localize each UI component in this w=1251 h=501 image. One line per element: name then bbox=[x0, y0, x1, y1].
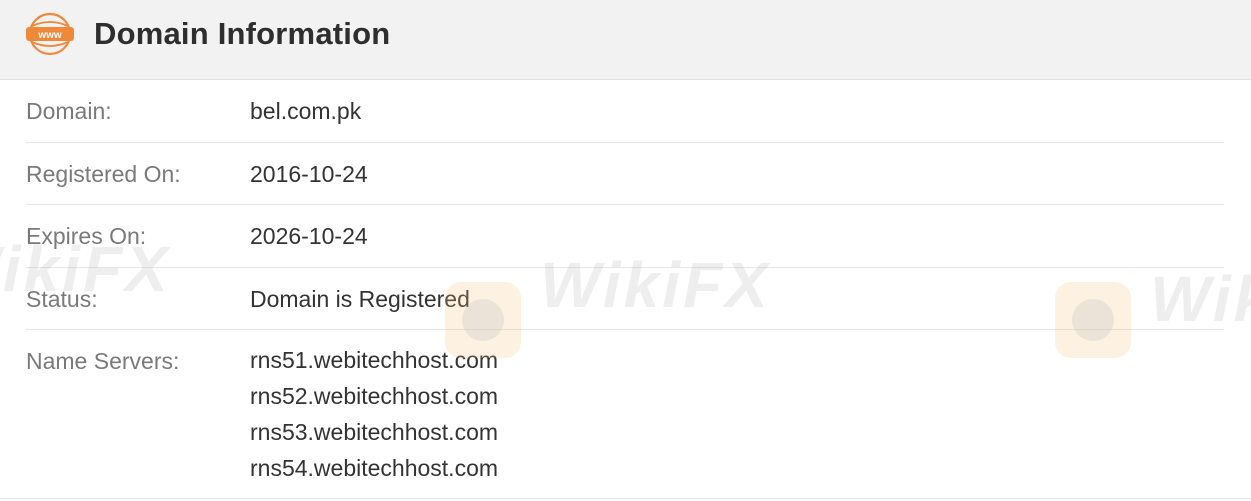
domain-info-card: Domain: bel.com.pk Registered On: 2016-1… bbox=[0, 80, 1251, 501]
name-server-item: rns51.webitechhost.com bbox=[250, 347, 499, 373]
card-bottom-border bbox=[0, 498, 1251, 499]
row-status: Status: Domain is Registered bbox=[26, 268, 1224, 330]
row-name-servers: Name Servers: rns51.webitechhost.com rns… bbox=[26, 330, 1224, 498]
row-registered-on: Registered On: 2016-10-24 bbox=[26, 143, 1224, 205]
name-server-item: rns54.webitechhost.com bbox=[250, 455, 499, 481]
label-expires-on: Expires On: bbox=[26, 223, 147, 249]
name-servers-list: rns51.webitechhost.com rns52.webitechhos… bbox=[250, 342, 498, 486]
page-title: Domain Information bbox=[94, 16, 391, 51]
value-domain: bel.com.pk bbox=[250, 98, 362, 124]
header: www Domain Information bbox=[0, 0, 1251, 80]
value-registered-on: 2016-10-24 bbox=[250, 161, 368, 187]
row-expires-on: Expires On: 2026-10-24 bbox=[26, 205, 1224, 268]
name-server-item: rns53.webitechhost.com bbox=[250, 419, 499, 445]
label-name-servers: Name Servers: bbox=[26, 348, 180, 374]
www-icon: www bbox=[26, 12, 74, 56]
label-status: Status: bbox=[26, 286, 98, 312]
domain-info-page: www Domain Information Domain: bel.com.p… bbox=[0, 0, 1251, 501]
row-domain: Domain: bel.com.pk bbox=[26, 80, 1224, 143]
label-domain: Domain: bbox=[26, 98, 112, 124]
name-server-item: rns52.webitechhost.com bbox=[250, 383, 499, 409]
value-expires-on: 2026-10-24 bbox=[250, 223, 368, 249]
value-status: Domain is Registered bbox=[250, 286, 470, 312]
www-icon-text: www bbox=[37, 30, 62, 41]
label-registered-on: Registered On: bbox=[26, 161, 181, 187]
